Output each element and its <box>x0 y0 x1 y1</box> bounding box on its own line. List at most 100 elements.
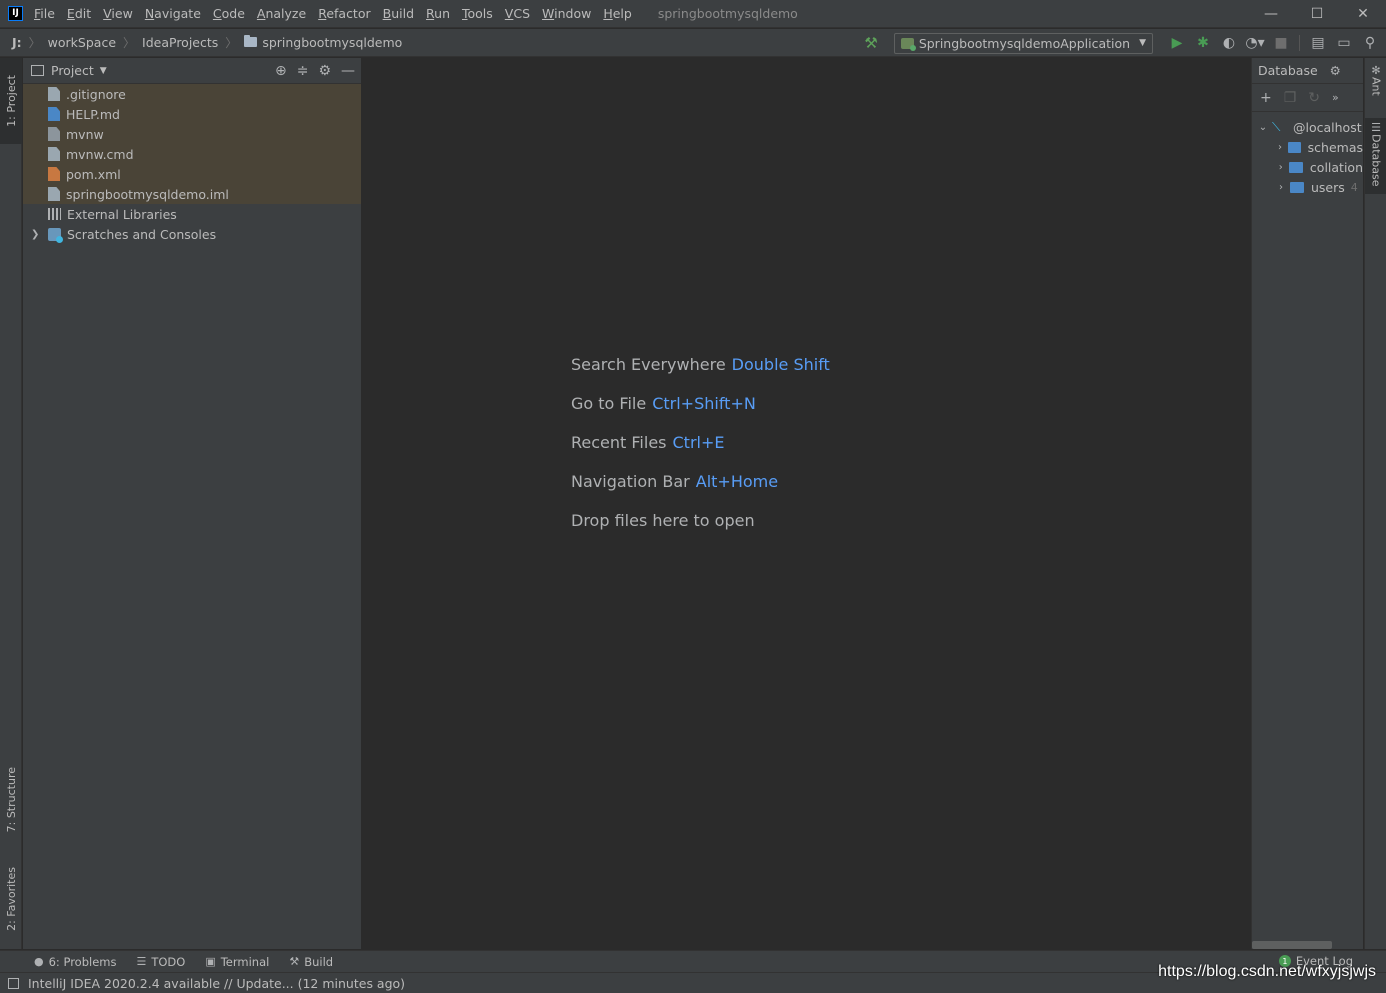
menu-window[interactable]: Window <box>542 6 591 21</box>
db-connection-localhost[interactable]: ⌄ ⟍ @localhost <box>1252 117 1363 137</box>
chevron-right-icon[interactable]: › <box>1272 182 1290 193</box>
chevron-right-icon: 〉 <box>123 36 136 50</box>
editor-empty-area[interactable]: Search Everywhere Double Shift Go to File… <box>363 58 1250 949</box>
tab-favorites[interactable]: 2: Favorites <box>0 856 22 942</box>
menu-run[interactable]: Run <box>426 6 450 21</box>
run-configuration-selector[interactable]: SpringbootmysqldemoApplication ▼ <box>893 32 1153 54</box>
presentation-mode-icon[interactable]: ▭ <box>1334 33 1354 53</box>
gear-icon[interactable]: ⚙ <box>318 63 331 79</box>
collapse-all-icon[interactable]: ≑ <box>297 63 309 79</box>
menu-build[interactable]: Build <box>383 6 414 21</box>
breadcrumb: J: 〉 workSpace 〉 IdeaProjects 〉 springbo… <box>12 34 402 51</box>
horizontal-scrollbar[interactable] <box>1252 941 1332 949</box>
tree-item-mvnw[interactable]: mvnw <box>23 124 361 144</box>
stop-icon[interactable]: ■ <box>1271 33 1291 53</box>
tab-project[interactable]: 1: Project <box>0 58 22 144</box>
tree-item-external-libraries[interactable]: External Libraries <box>23 204 361 224</box>
menu-tools[interactable]: Tools <box>462 6 493 21</box>
tree-item-scratches[interactable]: ❯ Scratches and Consoles <box>23 224 361 244</box>
menu-code[interactable]: Code <box>213 6 245 21</box>
chevron-right-icon[interactable]: › <box>1272 162 1289 173</box>
menu-help[interactable]: Help <box>603 6 632 21</box>
tab-ant[interactable]: ✻ Ant <box>1365 64 1386 96</box>
hint-shortcut: Ctrl+E <box>672 433 725 452</box>
tab-database[interactable]: ☰ Database <box>1365 118 1386 194</box>
menu-edit[interactable]: Edit <box>67 6 91 21</box>
folder-icon <box>244 34 258 47</box>
project-tree: .gitignore HELP.md mvnw mvnw.cmd pom.xml… <box>23 84 361 244</box>
profile-icon[interactable]: ◔▾ <box>1245 33 1265 53</box>
tree-item-help-md[interactable]: HELP.md <box>23 104 361 124</box>
db-node-schemas[interactable]: › schemas <box>1252 137 1363 157</box>
status-message[interactable]: IntelliJ IDEA 2020.2.4 available // Upda… <box>28 976 405 991</box>
file-name: mvnw <box>66 126 104 142</box>
node-count: 4 <box>1350 180 1358 194</box>
project-view-icon <box>31 65 44 76</box>
terminal-icon: ▣ <box>205 955 216 968</box>
file-name: springbootmysqldemo.iml <box>66 186 229 202</box>
tree-item-gitignore[interactable]: .gitignore <box>23 84 361 104</box>
breadcrumb-workspace[interactable]: workSpace <box>48 35 116 50</box>
chevron-right-icon: 〉 <box>225 36 238 50</box>
project-structure-icon[interactable]: ▤ <box>1308 33 1328 53</box>
ant-icon: ✻ <box>1371 64 1381 77</box>
breadcrumb-project[interactable]: springbootmysqldemo <box>262 35 402 50</box>
problems-icon: ● <box>34 955 44 968</box>
close-button[interactable]: ✕ <box>1340 0 1386 28</box>
ant-tab-label: Ant <box>1369 77 1383 96</box>
file-name: pom.xml <box>66 166 121 182</box>
debug-bug-icon[interactable]: ✱ <box>1193 33 1213 53</box>
copy-icon[interactable]: ❐ <box>1284 90 1297 106</box>
db-node-collation[interactable]: › collation <box>1252 157 1363 177</box>
run-icon[interactable]: ▶ <box>1167 33 1187 53</box>
chevron-down-icon[interactable]: ▼ <box>100 66 107 76</box>
main-toolbar: ⚒ SpringbootmysqldemoApplication ▼ ▶ ✱ ◐… <box>864 29 1380 57</box>
tab-build[interactable]: ⚒ Build <box>289 955 333 969</box>
tree-item-pom-xml[interactable]: pom.xml <box>23 164 361 184</box>
hint-label: Search Everywhere <box>571 355 726 374</box>
menu-refactor[interactable]: Refactor <box>318 6 370 21</box>
chevron-right-icon[interactable]: › <box>1272 142 1288 153</box>
toggle-tool-windows-icon[interactable] <box>8 977 19 989</box>
hint-drop-files: Drop files here to open <box>571 511 755 530</box>
more-chevrons-icon[interactable]: » <box>1332 91 1339 104</box>
breadcrumb-drive[interactable]: J: <box>12 35 22 50</box>
coverage-icon[interactable]: ◐ <box>1219 33 1239 53</box>
breadcrumb-ideaprojects[interactable]: IdeaProjects <box>142 35 218 50</box>
hint-shortcut: Double Shift <box>731 355 830 374</box>
minimize-button[interactable]: — <box>1248 0 1294 28</box>
database-title: Database <box>1258 63 1318 78</box>
chevron-down-icon[interactable]: ⌄ <box>1254 122 1272 133</box>
db-node-users[interactable]: › users 4 <box>1252 177 1363 197</box>
terminal-file-icon <box>48 127 60 141</box>
node-name: collation <box>1309 159 1363 175</box>
gear-icon[interactable]: ⚙ <box>1330 63 1341 78</box>
build-hammer-icon: ⚒ <box>289 955 300 968</box>
locate-crosshair-icon[interactable]: ⊕ <box>275 63 287 79</box>
add-plus-icon[interactable]: + <box>1260 90 1272 106</box>
menu-file[interactable]: File <box>34 6 55 21</box>
chevron-right-icon[interactable]: ❯ <box>31 229 39 240</box>
tab-terminal[interactable]: ▣ Terminal <box>205 955 269 969</box>
spring-boot-icon <box>900 37 916 51</box>
build-hammer-icon[interactable]: ⚒ <box>864 34 877 52</box>
tree-item-mvnw-cmd[interactable]: mvnw.cmd <box>23 144 361 164</box>
tab-todo[interactable]: ☰ TODO <box>136 955 185 969</box>
window-controls: — ☐ ✕ <box>1248 0 1386 28</box>
menu-navigate[interactable]: Navigate <box>145 6 201 21</box>
maximize-button[interactable]: ☐ <box>1294 0 1340 28</box>
menu-vcs[interactable]: VCS <box>505 6 530 21</box>
hint-go-to-file: Go to File Ctrl+Shift+N <box>571 394 756 413</box>
refresh-icon[interactable]: ↻ <box>1308 90 1320 106</box>
hide-minus-icon[interactable]: — <box>341 63 355 79</box>
project-view-selector[interactable]: Project <box>51 63 94 78</box>
tree-item-iml[interactable]: springbootmysqldemo.iml <box>23 184 361 204</box>
intellij-logo-icon: IJ <box>8 6 23 21</box>
folder-icon <box>1289 161 1303 173</box>
hint-recent-files: Recent Files Ctrl+E <box>571 433 724 452</box>
tab-problems[interactable]: ● 6: Problems <box>34 955 116 969</box>
menu-view[interactable]: View <box>103 6 133 21</box>
menu-analyze[interactable]: Analyze <box>257 6 306 21</box>
tab-structure[interactable]: 7: Structure <box>0 758 22 842</box>
search-icon[interactable]: ⚲ <box>1360 33 1380 53</box>
